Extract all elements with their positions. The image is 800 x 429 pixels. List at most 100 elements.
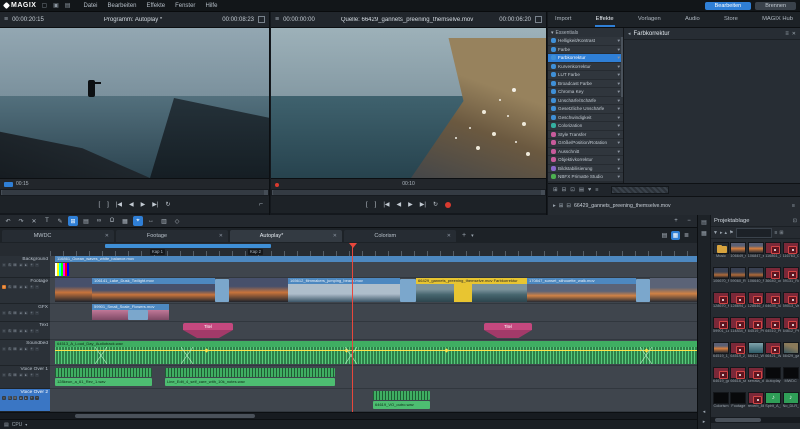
effect-item-broadcast-farbe[interactable]: Broadcast Farbe♥ [548, 80, 623, 89]
source-menu-icon[interactable]: ≡ [275, 16, 279, 23]
track-header-text[interactable]: Text▪SM◂▸+− [0, 322, 50, 340]
media-tile[interactable]: 36640_over_R... [765, 267, 781, 284]
transport-button-icon[interactable]: [ [99, 202, 101, 208]
track-button-1[interactable]: S [8, 373, 12, 377]
mode-button-bearbeiten[interactable]: Bearbeiten [705, 2, 752, 10]
transport-button-icon[interactable]: ◀ [397, 201, 402, 208]
open-project-icon[interactable]: ▣ [53, 2, 59, 9]
tab-list-chevron-icon[interactable]: ▾ [471, 233, 474, 239]
crossfade-mark[interactable] [345, 347, 357, 364]
media-tile[interactable]: 59131_Road... [783, 267, 799, 284]
effect-item-colorization[interactable]: Colorization♥ [548, 122, 623, 131]
track-button-1[interactable]: S [8, 329, 12, 333]
favorite-heart-icon[interactable]: ♥ [617, 149, 620, 154]
pool-tab-project-icon[interactable]: ▤ [701, 219, 707, 226]
menu-hilfe[interactable]: Hilfe [205, 3, 217, 9]
project-tab-autoplay[interactable]: Autoplay*✕ [230, 230, 342, 242]
favorite-heart-icon[interactable]: ♥ [617, 132, 620, 137]
effect-item-lut-farbe[interactable]: LUT Farbe♥ [548, 71, 623, 80]
media-tile[interactable]: 59901_Lake_S... [713, 317, 729, 334]
media-tile[interactable]: 116763_Over... [783, 242, 799, 259]
transport-button-icon[interactable]: ↻ [165, 201, 170, 208]
track-button-5[interactable]: + [30, 347, 34, 351]
close-tab-icon[interactable]: ✕ [447, 233, 451, 239]
media-tile[interactable]: 64612_Photog... [783, 317, 799, 334]
track-button-5[interactable]: + [30, 311, 34, 315]
effect-item-nbfx-primatte-studio[interactable]: NBFX Primatte Studio♥ [548, 173, 623, 182]
view-toggle-2[interactable]: ≣ [682, 231, 691, 240]
media-tile[interactable]: 128670_Moun... [713, 292, 729, 309]
media-tile[interactable]: 64519_Photog... [748, 317, 764, 334]
timeline-tool-4[interactable]: ✎ [55, 216, 65, 226]
favorite-heart-icon[interactable]: ♥ [617, 106, 620, 111]
track-button-6[interactable]: − [35, 373, 39, 377]
new-tab-button[interactable]: + [462, 232, 466, 239]
transport-play-icon[interactable]: ▶ [408, 201, 413, 208]
timeline-tool-12[interactable]: ▥ [159, 216, 169, 226]
tab-vorlagen[interactable]: Vorlagen [637, 13, 662, 27]
effect-item-gr-e-position-rotation[interactable]: Größe/Position/Rotation♥ [548, 139, 623, 148]
media-tile[interactable]: ♪Spirit_A_Loud... [765, 392, 781, 409]
title-clip[interactable]: Titel [484, 323, 532, 338]
track-button-4[interactable]: ▸ [24, 311, 28, 315]
reset-effect-icon[interactable]: ⊡ [570, 187, 575, 193]
import-icon[interactable]: ▼ [713, 230, 718, 236]
track-button-3[interactable]: ◂ [19, 329, 23, 333]
video-clip[interactable] [650, 278, 697, 302]
favorite-heart-icon[interactable]: ♥ [617, 123, 620, 128]
program-video[interactable] [0, 28, 269, 178]
track-button-4[interactable]: ▸ [24, 373, 28, 377]
timeline-tool-13[interactable]: ◇ [172, 216, 182, 226]
close-tab-icon[interactable]: ✕ [333, 233, 337, 239]
track-button-1[interactable]: S [8, 263, 12, 267]
effects-list-scrollbar[interactable] [621, 37, 623, 97]
transition-block[interactable] [400, 279, 416, 302]
crossfade-mark[interactable] [181, 347, 193, 364]
media-tile[interactable]: Autoplay [765, 367, 781, 384]
effect-item-style-transfer[interactable]: Style Transfer♥ [548, 131, 623, 140]
program-seek-ruler[interactable]: 00:15 [0, 178, 269, 189]
transport-button-icon[interactable]: ▶| [420, 201, 426, 208]
track-lane-background[interactable]: 116861_Ocean_waves_white_balance.mov [50, 256, 697, 278]
timeline-tool-1[interactable]: ↷ [16, 216, 26, 226]
program-detach-icon[interactable]: ⌐ [259, 201, 263, 208]
zoom-in-icon[interactable]: + [671, 216, 681, 226]
media-tile[interactable]: MWDC [783, 367, 799, 384]
media-tile[interactable]: 64519_2_elo... [730, 342, 746, 359]
transport-button-icon[interactable]: |◀ [116, 201, 122, 208]
track-button-5[interactable]: + [30, 329, 34, 333]
track-button-3[interactable]: ◂ [19, 263, 23, 267]
favorite-heart-icon[interactable]: ♥ [617, 64, 620, 69]
close-icon[interactable]: ✕ [792, 31, 796, 37]
source-seek-ruler[interactable]: 00:10 [271, 178, 546, 189]
track-button-1[interactable]: S [8, 285, 12, 289]
track-button-0[interactable]: ▪ [2, 263, 6, 267]
favorite-heart-icon[interactable]: ♥ [617, 166, 620, 171]
video-clip[interactable] [55, 278, 92, 302]
back-icon[interactable]: ◂ [628, 31, 631, 37]
save-project-icon[interactable]: ▤ [65, 2, 71, 9]
mode-button-brennen[interactable]: Brennen [755, 2, 796, 10]
track-button-6[interactable]: − [35, 329, 39, 333]
tab-magix-hub[interactable]: MAGIX Hub [761, 13, 794, 27]
video-clip[interactable] [92, 284, 215, 302]
effects-group-header[interactable]: ▾Essentials [548, 28, 623, 37]
track-button-0[interactable]: ▪ [2, 311, 6, 315]
video-clip[interactable] [229, 278, 288, 302]
track-button-5[interactable]: + [30, 373, 34, 377]
track-button-6[interactable]: − [35, 263, 39, 267]
timeline-tool-11[interactable]: ↔ [146, 216, 156, 226]
media-tile[interactable]: 66421_Welo... [765, 342, 781, 359]
source-scrollbar[interactable] [271, 189, 546, 196]
menu-effekte[interactable]: Effekte [147, 3, 166, 9]
effect-item-kurvenkorrektur[interactable]: Kurvenkorrektur♥ [548, 63, 623, 72]
project-tab-footage[interactable]: Footage✕ [116, 230, 228, 242]
track-button-3[interactable]: ◂ [19, 347, 23, 351]
media-tile[interactable]: Colorism [713, 392, 729, 409]
timeline-tool-8[interactable]: Ω [107, 216, 117, 226]
track-button-4[interactable]: ▸ [24, 329, 28, 333]
track-header-voice-over-1[interactable]: Voice Over 1▪SM◂▸+− [0, 366, 50, 389]
effect-item-unsch-rfe-sch-rfe[interactable]: Unschärfe/Schärfe♥ [548, 97, 623, 106]
playhead[interactable] [352, 243, 353, 412]
media-tile[interactable]: 106649_sunse... [730, 242, 746, 259]
